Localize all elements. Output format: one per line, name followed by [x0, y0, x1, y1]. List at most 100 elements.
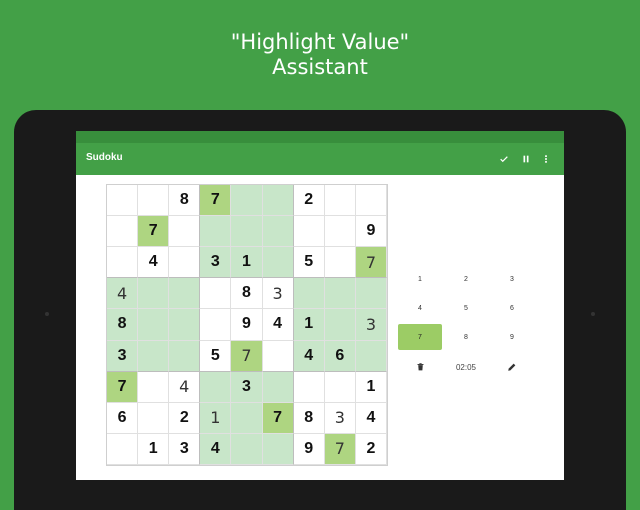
grid-cell-r9-c3[interactable]: 3: [169, 433, 201, 465]
grid-cell-r4-c1[interactable]: 4: [107, 278, 139, 310]
grid-cell-r2-c1[interactable]: [107, 216, 139, 248]
grid-cell-r3-c5[interactable]: 1: [231, 247, 263, 279]
grid-cell-r4-c8[interactable]: [324, 278, 356, 310]
check-icon[interactable]: [494, 149, 514, 169]
grid-cell-r6-c6[interactable]: [262, 340, 294, 372]
grid-cell-r4-c7[interactable]: [293, 278, 325, 310]
grid-cell-r7-c3[interactable]: 4: [169, 371, 201, 403]
grid-cell-r1-c8[interactable]: [324, 185, 356, 217]
grid-cell-r1-c2[interactable]: [138, 185, 170, 217]
grid-cell-r8-c7[interactable]: 8: [293, 402, 325, 434]
grid-cell-r6-c3[interactable]: [169, 340, 201, 372]
grid-cell-r7-c7[interactable]: [293, 371, 325, 403]
app-title: Sudoku: [86, 152, 123, 163]
grid-cell-r9-c9[interactable]: 2: [355, 433, 387, 465]
grid-cell-r5-c2[interactable]: [138, 309, 170, 341]
grid-cell-r6-c8[interactable]: 6: [324, 340, 356, 372]
grid-cell-r1-c5[interactable]: [231, 185, 263, 217]
keypad-key-9[interactable]: 9: [490, 324, 534, 350]
grid-cell-r3-c2[interactable]: 4: [138, 247, 170, 279]
grid-cell-r1-c3[interactable]: 8: [169, 185, 201, 217]
grid-cell-r9-c1[interactable]: [107, 433, 139, 465]
grid-cell-r3-c3[interactable]: [169, 247, 201, 279]
grid-cell-r4-c2[interactable]: [138, 278, 170, 310]
grid-cell-r4-c3[interactable]: [169, 278, 201, 310]
grid-cell-r9-c2[interactable]: 1: [138, 433, 170, 465]
grid-cell-r2-c4[interactable]: [200, 216, 232, 248]
app-bar: Sudoku: [76, 143, 564, 175]
keypad-key-7[interactable]: 7: [398, 324, 442, 350]
grid-cell-r2-c2[interactable]: 7: [138, 216, 170, 248]
grid-cell-r9-c5[interactable]: [231, 433, 263, 465]
grid-cell-r2-c5[interactable]: [231, 216, 263, 248]
grid-cell-r2-c7[interactable]: [293, 216, 325, 248]
grid-cell-r8-c3[interactable]: 2: [169, 402, 201, 434]
grid-cell-r9-c8[interactable]: 7: [324, 433, 356, 465]
grid-cell-r5-c5[interactable]: 9: [231, 309, 263, 341]
keypad-key-3[interactable]: 3: [490, 266, 534, 292]
grid-cell-r3-c6[interactable]: [262, 247, 294, 279]
grid-cell-r5-c9[interactable]: 3: [355, 309, 387, 341]
grid-cell-r5-c8[interactable]: [324, 309, 356, 341]
grid-cell-r5-c6[interactable]: 4: [262, 309, 294, 341]
grid-cell-r1-c1[interactable]: [107, 185, 139, 217]
grid-cell-r8-c5[interactable]: [231, 402, 263, 434]
timer: 02:05: [455, 362, 477, 372]
grid-cell-r6-c1[interactable]: 3: [107, 340, 139, 372]
tablet-side-dot-right: [591, 312, 595, 316]
keypad-key-6[interactable]: 6: [490, 295, 534, 321]
grid-cell-r8-c1[interactable]: 6: [107, 402, 139, 434]
grid-cell-r8-c6[interactable]: 7: [262, 402, 294, 434]
grid-cell-r4-c9[interactable]: [355, 278, 387, 310]
grid-cell-r8-c8[interactable]: 3: [324, 402, 356, 434]
grid-cell-r7-c9[interactable]: 1: [355, 371, 387, 403]
grid-cell-r5-c4[interactable]: [200, 309, 232, 341]
grid-cell-r1-c9[interactable]: [355, 185, 387, 217]
grid-cell-r9-c4[interactable]: 4: [200, 433, 232, 465]
grid-cell-r8-c9[interactable]: 4: [355, 402, 387, 434]
keypad-key-1[interactable]: 1: [398, 266, 442, 292]
grid-cell-r6-c7[interactable]: 4: [293, 340, 325, 372]
grid-cell-r3-c8[interactable]: [324, 247, 356, 279]
grid-cell-r3-c1[interactable]: [107, 247, 139, 279]
trash-icon[interactable]: [398, 357, 442, 377]
keypad-key-5[interactable]: 5: [444, 295, 488, 321]
keypad-key-2[interactable]: 2: [444, 266, 488, 292]
grid-cell-r3-c9[interactable]: 7: [355, 247, 387, 279]
grid-cell-r9-c6[interactable]: [262, 433, 294, 465]
grid-cell-r8-c2[interactable]: [138, 402, 170, 434]
grid-cell-r5-c1[interactable]: 8: [107, 309, 139, 341]
grid-cell-r1-c4[interactable]: 7: [200, 185, 232, 217]
grid-cell-r4-c6[interactable]: 3: [262, 278, 294, 310]
grid-cell-r3-c4[interactable]: 3: [200, 247, 232, 279]
grid-cell-r6-c9[interactable]: [355, 340, 387, 372]
keypad-key-8[interactable]: 8: [444, 324, 488, 350]
grid-cell-r5-c3[interactable]: [169, 309, 201, 341]
grid-cell-r2-c3[interactable]: [169, 216, 201, 248]
grid-cell-r7-c5[interactable]: 3: [231, 371, 263, 403]
grid-cell-r8-c4[interactable]: 1: [200, 402, 232, 434]
grid-cell-r2-c6[interactable]: [262, 216, 294, 248]
grid-cell-r6-c2[interactable]: [138, 340, 170, 372]
grid-cell-r6-c4[interactable]: 5: [200, 340, 232, 372]
tool-row: 02:05: [398, 357, 534, 377]
grid-cell-r1-c6[interactable]: [262, 185, 294, 217]
grid-cell-r7-c8[interactable]: [324, 371, 356, 403]
grid-cell-r7-c1[interactable]: 7: [107, 371, 139, 403]
keypad-key-4[interactable]: 4: [398, 295, 442, 321]
grid-cell-r7-c4[interactable]: [200, 371, 232, 403]
grid-cell-r4-c5[interactable]: 8: [231, 278, 263, 310]
grid-cell-r9-c7[interactable]: 9: [293, 433, 325, 465]
pencil-icon[interactable]: [490, 357, 534, 377]
grid-cell-r7-c6[interactable]: [262, 371, 294, 403]
grid-cell-r4-c4[interactable]: [200, 278, 232, 310]
grid-cell-r2-c8[interactable]: [324, 216, 356, 248]
pause-icon[interactable]: [516, 149, 536, 169]
more-vert-icon[interactable]: [536, 149, 556, 169]
grid-cell-r2-c9[interactable]: 9: [355, 216, 387, 248]
grid-cell-r1-c7[interactable]: 2: [293, 185, 325, 217]
grid-cell-r7-c2[interactable]: [138, 371, 170, 403]
grid-cell-r6-c5[interactable]: 7: [231, 340, 263, 372]
grid-cell-r3-c7[interactable]: 5: [293, 247, 325, 279]
grid-cell-r5-c7[interactable]: 1: [293, 309, 325, 341]
